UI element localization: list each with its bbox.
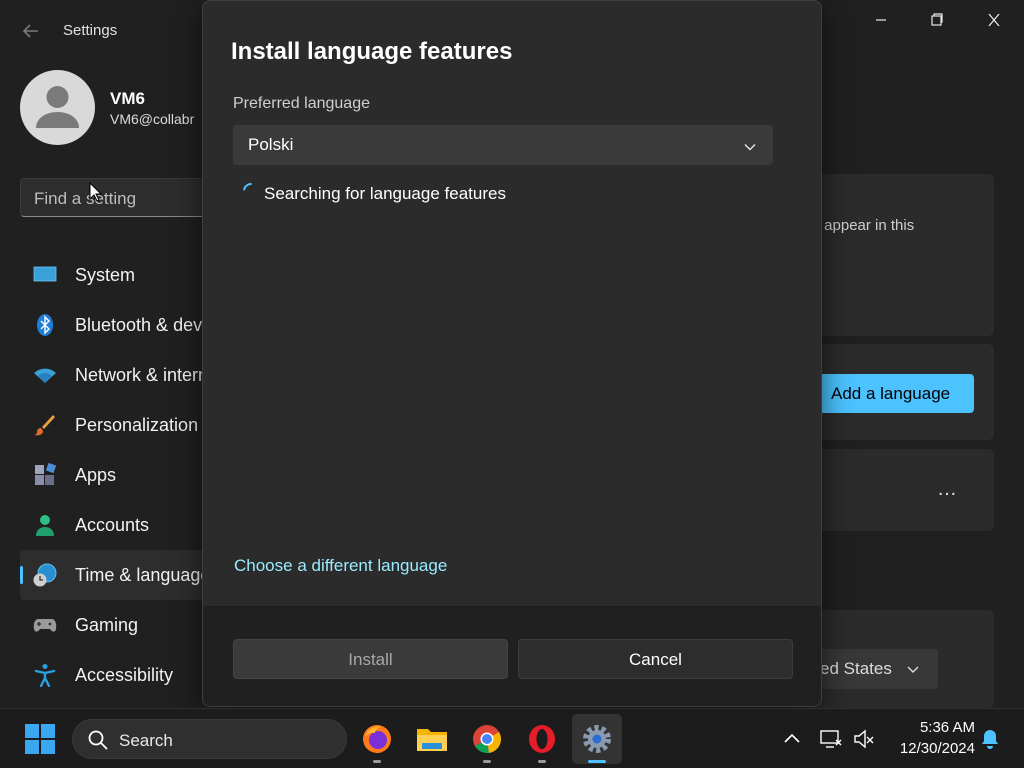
brush-icon xyxy=(33,413,57,437)
progress-ring-icon xyxy=(239,179,263,203)
bluetooth-icon xyxy=(33,313,57,337)
gamepad-icon xyxy=(33,613,57,637)
running-indicator xyxy=(538,760,546,763)
sidebar-item-label: Accounts xyxy=(75,514,150,535)
cancel-button[interactable]: Cancel xyxy=(518,639,793,679)
opera-icon[interactable] xyxy=(526,723,558,755)
firefox-icon[interactable] xyxy=(361,723,393,755)
restore-icon[interactable] xyxy=(924,10,950,30)
taskbar-search-label: Search xyxy=(119,731,173,750)
taskbar: Search 5:36 AM 12/30/2024 xyxy=(0,708,1024,768)
sidebar-item-apps[interactable]: Apps xyxy=(20,450,220,500)
accessibility-icon xyxy=(33,663,57,688)
sidebar-item-accessibility[interactable]: Accessibility xyxy=(20,650,220,700)
wifi-icon xyxy=(33,363,57,387)
sidebar-item-label: Gaming xyxy=(75,614,139,635)
status-text: Searching for language features xyxy=(264,184,506,203)
start-windows-icon[interactable] xyxy=(24,723,56,755)
user-name: VM6 xyxy=(110,89,145,108)
preferred-language-label: Preferred language xyxy=(233,95,370,112)
running-indicator xyxy=(483,760,491,763)
settings-card xyxy=(810,174,994,336)
add-language-button[interactable]: Add a language xyxy=(810,374,974,413)
running-indicator xyxy=(373,760,381,763)
choose-different-language-link[interactable]: Choose a different language xyxy=(234,556,447,576)
more-options-button[interactable]: … xyxy=(937,478,958,501)
language-dropdown-value: Polski xyxy=(248,135,294,154)
sidebar-nav: System Bluetooth & devices Network & int… xyxy=(20,250,234,700)
sidebar-item-network[interactable]: Network & internet xyxy=(20,350,224,400)
find-setting-input[interactable]: Find a setting xyxy=(20,178,220,217)
clock-date[interactable]: 12/30/2024 xyxy=(885,740,975,757)
avatar[interactable] xyxy=(20,70,95,145)
network-icon[interactable] xyxy=(819,727,843,751)
install-language-dialog: Install language features Preferred lang… xyxy=(202,0,822,707)
sidebar-item-label: Apps xyxy=(75,464,117,485)
chevron-down-icon xyxy=(906,662,920,676)
language-list-item xyxy=(810,449,994,531)
sidebar-item-label: Network & internet xyxy=(75,364,224,385)
time-language-icon xyxy=(33,563,57,587)
sidebar-item-personalization[interactable]: Personalization xyxy=(20,400,220,450)
sidebar-item-system[interactable]: System xyxy=(20,250,220,300)
sidebar-item-label: Personalization xyxy=(75,414,199,435)
sidebar-item-accounts[interactable]: Accounts xyxy=(20,500,220,550)
language-dropdown[interactable]: Polski xyxy=(233,125,773,165)
file-explorer-icon[interactable] xyxy=(416,723,448,755)
settings-icon[interactable] xyxy=(581,723,613,755)
taskbar-search[interactable]: Search xyxy=(72,719,347,759)
search-icon xyxy=(87,729,109,756)
minimize-icon[interactable] xyxy=(868,10,894,30)
running-indicator xyxy=(588,760,606,763)
sidebar-item-bluetooth[interactable]: Bluetooth & devices xyxy=(20,300,234,350)
clock-time[interactable]: 5:36 AM xyxy=(905,719,975,736)
app-title: Settings xyxy=(63,22,118,39)
install-button[interactable]: Install xyxy=(233,639,508,679)
close-icon[interactable] xyxy=(981,10,1007,30)
dialog-title: Install language features xyxy=(231,38,513,65)
chevron-down-icon xyxy=(743,139,757,153)
sidebar-item-gaming[interactable]: Gaming xyxy=(20,600,220,650)
sidebar-item-label: Time & language xyxy=(75,564,211,585)
system-icon xyxy=(33,263,57,287)
chevron-up-icon[interactable] xyxy=(780,727,804,751)
accounts-icon xyxy=(33,513,57,537)
mouse-cursor-icon xyxy=(89,181,103,202)
volume-muted-icon[interactable] xyxy=(852,727,876,751)
back-arrow-icon[interactable] xyxy=(20,20,42,42)
sidebar-item-label: Accessibility xyxy=(75,664,174,685)
card-description: ill appear in this xyxy=(810,217,915,234)
dialog-footer: Install Cancel xyxy=(203,606,821,706)
sidebar-item-time-language[interactable]: Time & language xyxy=(20,550,220,600)
notification-bell-icon[interactable] xyxy=(978,727,1002,751)
chrome-icon[interactable] xyxy=(471,723,503,755)
sidebar-item-label: System xyxy=(75,264,136,285)
user-email: VM6@collabr xyxy=(110,111,195,127)
apps-icon xyxy=(33,462,57,487)
